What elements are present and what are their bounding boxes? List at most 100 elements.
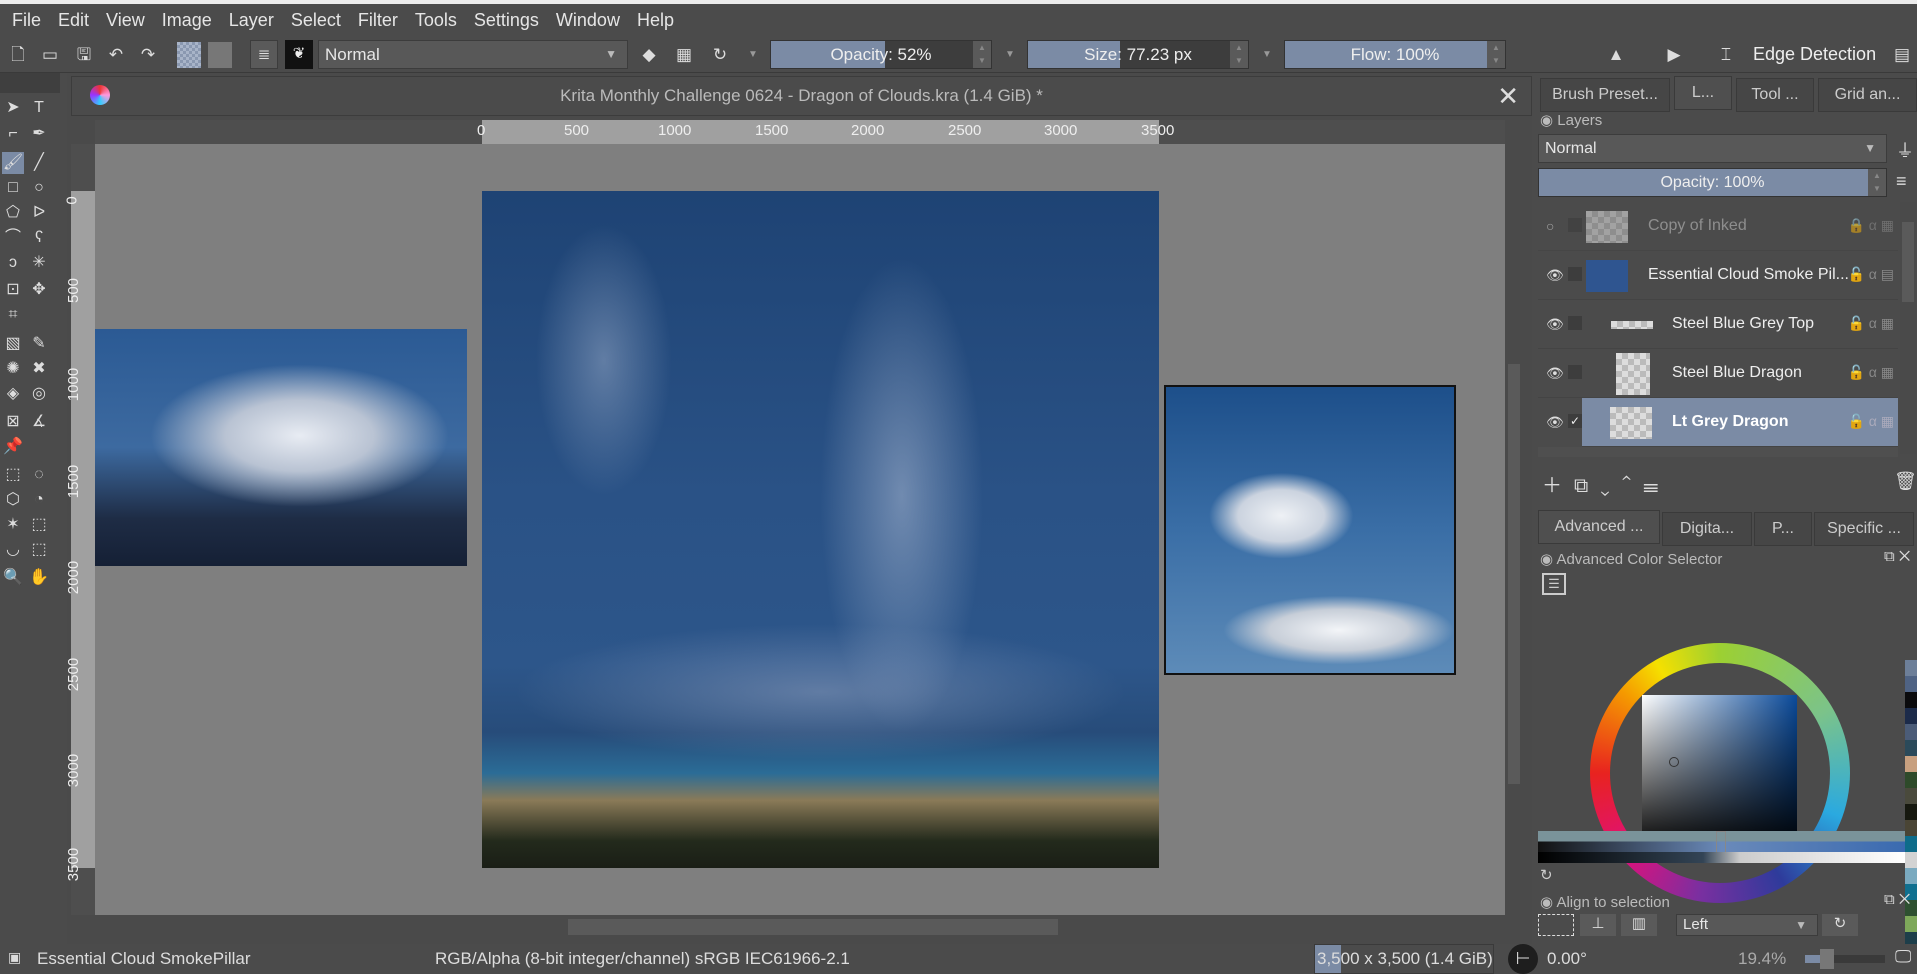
undo-icon[interactable]: ↶ — [106, 45, 126, 65]
layer-properties-icons[interactable]: 🔓 α ▦ — [1847, 413, 1894, 430]
color-picker-tool-icon[interactable]: ✎ — [28, 333, 50, 355]
layer-checkbox[interactable] — [1568, 316, 1582, 330]
size-spinner[interactable]: ▲ ▼ — [1230, 41, 1248, 68]
layer-checkbox-checked[interactable]: ✓ — [1568, 414, 1582, 428]
rect-select-tool-icon[interactable]: ⬚ — [2, 464, 24, 486]
fill-tool-icon[interactable]: ◈ — [2, 383, 24, 405]
preserve-alpha-icon[interactable]: ▦ — [674, 45, 694, 65]
align-horizontal-icon[interactable]: ▥ — [1621, 914, 1657, 936]
rectangle-tool-icon[interactable]: □ — [2, 177, 24, 199]
canvas[interactable] — [95, 144, 1505, 915]
color-swatch[interactable] — [1905, 916, 1917, 932]
mirror-vertical-icon[interactable]: ▶ — [1664, 45, 1684, 65]
size-slider[interactable]: Size: 77.23 px ▲ ▼ — [1027, 40, 1249, 69]
opacity-slider[interactable]: Opacity: 52% ▲ ▼ — [770, 40, 992, 69]
similar-select-tool-icon[interactable]: ⬚ — [28, 514, 50, 536]
contiguous-select-tool-icon[interactable]: ✶ — [2, 514, 24, 536]
tab-advanced-color[interactable]: Advanced ... — [1538, 510, 1660, 544]
snap-icon[interactable]: ⌶ — [1716, 45, 1736, 65]
tab-brush-presets[interactable]: Brush Preset... — [1540, 78, 1670, 112]
workspace-chooser-icon[interactable]: ▤ — [1892, 45, 1912, 65]
transform-tool-icon[interactable]: ⊡ — [2, 279, 24, 301]
document-tab[interactable]: Krita Monthly Challenge 0624 - Dragon of… — [71, 76, 1532, 116]
layer-blend-mode-select[interactable]: Normal ▼ — [1538, 134, 1887, 163]
chevron-down-icon[interactable]: ▼ — [743, 45, 763, 65]
layer-row[interactable]: 👁 Steel Blue Grey Top 🔓 α ▦ — [1538, 300, 1898, 349]
saturation-value-square[interactable] — [1642, 695, 1797, 850]
tab-digital-color[interactable]: Digita... — [1662, 512, 1752, 546]
zoom-slider[interactable] — [1805, 949, 1885, 969]
layer-row[interactable]: 👁 Steel Blue Dragon 🔓 α ▦ — [1538, 349, 1898, 398]
align-selection-icon[interactable] — [1538, 914, 1574, 936]
color-swatch[interactable] — [1905, 676, 1917, 692]
float-docker-icon[interactable]: ⧉ ✕ — [1884, 548, 1910, 565]
color-swatch[interactable] — [1905, 692, 1917, 708]
zoom-tool-icon[interactable]: 🔍 — [2, 567, 24, 589]
workspace-label[interactable]: Edge Detection — [1753, 44, 1876, 65]
layer-properties-icon[interactable]: ☰ — [1643, 475, 1670, 497]
reset-colors-icon[interactable]: ↻ — [1540, 866, 1553, 884]
save-icon[interactable]: 🖫 — [74, 45, 94, 65]
align-mode-select[interactable]: Left ▼ — [1676, 914, 1818, 936]
reference-image-cloud-dragon[interactable] — [1164, 385, 1456, 675]
add-layer-icon[interactable]: ＋ — [1542, 475, 1574, 497]
color-swatch[interactable] — [1905, 868, 1917, 884]
crop-tool-icon[interactable]: ⌗ — [2, 304, 24, 326]
image-size-info[interactable]: 3,500 x 3,500 (1.4 GiB) — [1314, 944, 1494, 974]
brush-preset-icon[interactable]: ❦ — [285, 40, 313, 69]
layers-scrollbar[interactable] — [1900, 202, 1916, 454]
eye-icon[interactable]: 👁 — [1546, 414, 1564, 431]
menu-edit[interactable]: Edit — [58, 10, 89, 31]
gradient-swatch[interactable] — [208, 42, 232, 68]
color-picker-handle[interactable] — [1669, 757, 1679, 767]
new-document-icon[interactable]: 🗋 — [8, 45, 28, 65]
color-swatch[interactable] — [1905, 724, 1917, 740]
polyline-tool-icon[interactable]: ᐅ — [28, 202, 50, 224]
flow-spinner[interactable]: ▲ ▼ — [1487, 41, 1505, 68]
text-tool-icon[interactable]: T — [28, 97, 50, 119]
delete-layer-icon[interactable]: 🗑 — [1894, 471, 1917, 492]
tab-layers[interactable]: L... — [1674, 76, 1732, 110]
polygon-tool-icon[interactable]: ⬠ — [2, 202, 24, 224]
chevron-down-icon[interactable]: ▼ — [1257, 45, 1277, 65]
menu-layer[interactable]: Layer — [229, 10, 274, 31]
tab-tool-options[interactable]: Tool ... — [1736, 78, 1814, 112]
move-down-icon[interactable]: ⌄ — [1600, 475, 1621, 497]
redo-icon[interactable]: ↷ — [138, 45, 158, 65]
pan-tool-icon[interactable]: ✋ — [28, 567, 50, 589]
gradient-tool-icon[interactable]: ▧ — [2, 333, 24, 355]
float-docker-icon[interactable]: ⧉ ✕ — [1884, 891, 1910, 908]
apply-align-icon[interactable]: ↻ — [1822, 914, 1858, 936]
freehand-brush-tool-icon[interactable]: 🖌 — [2, 152, 24, 174]
assistant-tool-icon[interactable]: ⊠ — [2, 411, 24, 433]
calligraphy-tool-icon[interactable]: ✒ — [28, 123, 50, 145]
align-vertical-icon[interactable]: ⊥ — [1580, 914, 1616, 936]
layer-checkbox[interactable] — [1568, 267, 1582, 281]
layer-row-selected[interactable]: 👁 ✓ Lt Grey Dragon 🔓 α ▦ — [1546, 398, 1898, 447]
smart-patch-tool-icon[interactable]: ✖ — [28, 358, 50, 380]
layer-opacity-spinner[interactable]: ▲ ▼ — [1868, 169, 1886, 196]
color-swatch[interactable] — [1905, 788, 1917, 804]
move-up-icon[interactable]: ⌃ — [1622, 475, 1643, 497]
tab-grid[interactable]: Grid an... — [1818, 78, 1917, 112]
menu-select[interactable]: Select — [291, 10, 341, 31]
opacity-spinner[interactable]: ▲ ▼ — [973, 41, 991, 68]
select-shapes-tool-icon[interactable]: ➤ — [2, 97, 24, 119]
layer-properties-icons[interactable]: 🔓 α ▤ — [1847, 266, 1894, 283]
brush-settings-icon[interactable]: ≣ — [250, 40, 278, 69]
duplicate-layer-icon[interactable]: ⧉ — [1574, 475, 1600, 497]
freehand-select-tool-icon[interactable]: ◔ — [28, 489, 50, 511]
vertical-scrollbar[interactable] — [1505, 144, 1523, 915]
enclose-fill-tool-icon[interactable]: ◎ — [28, 383, 50, 405]
close-document-icon[interactable]: ✕ — [1497, 81, 1519, 112]
color-swatch[interactable] — [1905, 756, 1917, 772]
tab-specific-color[interactable]: Specific ... — [1814, 512, 1914, 546]
layer-checkbox[interactable] — [1568, 365, 1582, 379]
rotation-dial-icon[interactable]: ⊢ — [1508, 944, 1538, 974]
ellipse-select-tool-icon[interactable]: ◌ — [28, 464, 50, 486]
flow-slider[interactable]: Flow: 100% ▲ ▼ — [1284, 40, 1506, 69]
eraser-icon[interactable]: ◆ — [639, 45, 659, 65]
move-tool-icon[interactable]: ✥ — [28, 279, 50, 301]
layer-menu-icon[interactable]: ≡ — [1896, 171, 1907, 192]
freehand-path-tool-icon[interactable]: ʕ — [28, 227, 50, 249]
